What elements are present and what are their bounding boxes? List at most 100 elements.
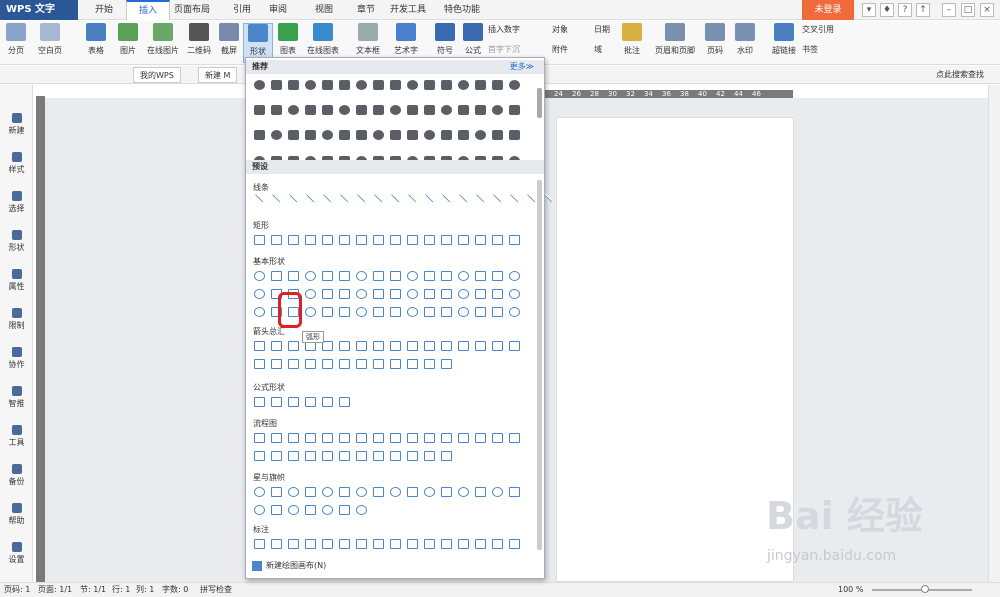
preset-shape[interactable] xyxy=(356,271,367,281)
preset-shape[interactable] xyxy=(373,359,384,369)
preset-shape[interactable] xyxy=(305,235,316,245)
preset-shape[interactable] xyxy=(407,451,418,461)
recommended-shape[interactable] xyxy=(356,80,367,90)
preset-shape[interactable] xyxy=(441,271,452,281)
preset-shape[interactable] xyxy=(254,539,265,549)
preset-shape[interactable] xyxy=(441,193,452,203)
preset-shape[interactable] xyxy=(458,193,469,203)
preset-shape[interactable] xyxy=(356,433,367,443)
recommended-shape[interactable] xyxy=(441,80,452,90)
preset-shape[interactable] xyxy=(390,235,401,245)
recommended-shape[interactable] xyxy=(288,80,299,90)
recommended-shape[interactable] xyxy=(424,105,435,115)
preset-shape[interactable] xyxy=(356,307,367,317)
sidebar-item-1[interactable]: 样式 xyxy=(0,152,33,175)
preset-shape[interactable] xyxy=(475,271,486,281)
preset-shape[interactable] xyxy=(356,539,367,549)
doc-tab-new[interactable]: 新建 M xyxy=(198,67,238,83)
recommended-shape[interactable] xyxy=(458,105,469,115)
preset-shape[interactable] xyxy=(254,451,265,461)
preset-shape[interactable] xyxy=(322,505,333,515)
sidebar-item-0[interactable]: 新建 xyxy=(0,113,33,136)
recommended-shape[interactable] xyxy=(356,130,367,140)
preset-shape[interactable] xyxy=(322,193,333,203)
preset-shape[interactable] xyxy=(254,235,265,245)
object-button[interactable]: 对象 xyxy=(552,23,568,37)
shirt-icon[interactable]: ♦ xyxy=(880,3,894,17)
tab-5[interactable]: 视图 xyxy=(302,0,346,20)
preset-shape[interactable] xyxy=(254,289,265,299)
recommended-shape[interactable] xyxy=(373,80,384,90)
tab-0[interactable]: 开始 xyxy=(82,0,126,20)
preset-shape[interactable] xyxy=(271,271,282,281)
preset-shape[interactable] xyxy=(390,539,401,549)
recommended-shape[interactable] xyxy=(475,105,486,115)
preset-shape[interactable] xyxy=(492,307,503,317)
minimize-icon[interactable]: – xyxy=(942,3,956,17)
preset-shape[interactable] xyxy=(305,271,316,281)
preset-shape[interactable] xyxy=(492,341,503,351)
preset-shape[interactable] xyxy=(475,193,486,203)
preset-shape[interactable] xyxy=(475,307,486,317)
recommended-shape[interactable] xyxy=(407,130,418,140)
preset-shape[interactable] xyxy=(322,235,333,245)
preset-shape[interactable] xyxy=(254,271,265,281)
qrcode-button[interactable]: 二维码 xyxy=(184,23,214,63)
page-break-button[interactable]: 分页 xyxy=(4,23,28,63)
preset-shape[interactable] xyxy=(424,451,435,461)
preset-shape[interactable] xyxy=(390,433,401,443)
preset-shape[interactable] xyxy=(322,397,333,407)
preset-shape[interactable] xyxy=(458,235,469,245)
preset-shape[interactable] xyxy=(339,451,350,461)
recommended-shape[interactable] xyxy=(339,105,350,115)
preset-shape[interactable] xyxy=(441,487,452,497)
preset-shape[interactable] xyxy=(288,341,299,351)
preset-shape[interactable] xyxy=(390,451,401,461)
preset-shape[interactable] xyxy=(407,359,418,369)
preset-shape[interactable] xyxy=(424,341,435,351)
preset-shape[interactable] xyxy=(288,539,299,549)
recommended-shape[interactable] xyxy=(390,80,401,90)
preset-shape[interactable] xyxy=(339,235,350,245)
preset-shape[interactable] xyxy=(424,307,435,317)
recommended-shape[interactable] xyxy=(441,130,452,140)
preset-shape[interactable] xyxy=(407,539,418,549)
preset-shape[interactable] xyxy=(356,505,367,515)
preset-shape[interactable] xyxy=(424,487,435,497)
document-page[interactable] xyxy=(556,117,794,582)
preset-shape[interactable] xyxy=(339,289,350,299)
preset-shape[interactable] xyxy=(271,539,282,549)
preset-shape[interactable] xyxy=(322,359,333,369)
zoom-handle[interactable] xyxy=(921,585,929,593)
date-button[interactable]: 日期 xyxy=(594,23,610,37)
preset-shape[interactable] xyxy=(288,487,299,497)
preset-shape[interactable] xyxy=(390,289,401,299)
preset-shape[interactable] xyxy=(288,505,299,515)
preset-shape[interactable] xyxy=(339,487,350,497)
blank-page-button[interactable]: 空白页 xyxy=(34,23,66,63)
preset-shape[interactable] xyxy=(390,271,401,281)
tab-2[interactable]: 页面布局 xyxy=(170,0,214,20)
preset-shape[interactable] xyxy=(305,539,316,549)
bookmark-button[interactable]: 书签 xyxy=(802,43,818,57)
header-footer-button[interactable]: 页眉和页脚 xyxy=(652,23,698,63)
preset-shape[interactable] xyxy=(373,307,384,317)
preset-shape[interactable] xyxy=(407,307,418,317)
preset-shape[interactable] xyxy=(458,341,469,351)
recommended-scrollbar[interactable] xyxy=(537,88,542,118)
preset-shape[interactable] xyxy=(390,193,401,203)
preset-shape[interactable] xyxy=(424,235,435,245)
recommended-shape[interactable] xyxy=(322,80,333,90)
recommended-shape[interactable] xyxy=(254,80,265,90)
preset-shape[interactable] xyxy=(390,341,401,351)
preset-shape[interactable] xyxy=(373,451,384,461)
preset-shape[interactable] xyxy=(424,289,435,299)
preset-shape[interactable] xyxy=(305,487,316,497)
preset-shape[interactable] xyxy=(254,487,265,497)
page-number-button[interactable]: 页码 xyxy=(702,23,728,63)
preset-shape[interactable] xyxy=(271,359,282,369)
preset-shape[interactable] xyxy=(407,433,418,443)
preset-shape[interactable] xyxy=(288,451,299,461)
preset-shape[interactable] xyxy=(407,341,418,351)
preset-shape[interactable] xyxy=(424,433,435,443)
